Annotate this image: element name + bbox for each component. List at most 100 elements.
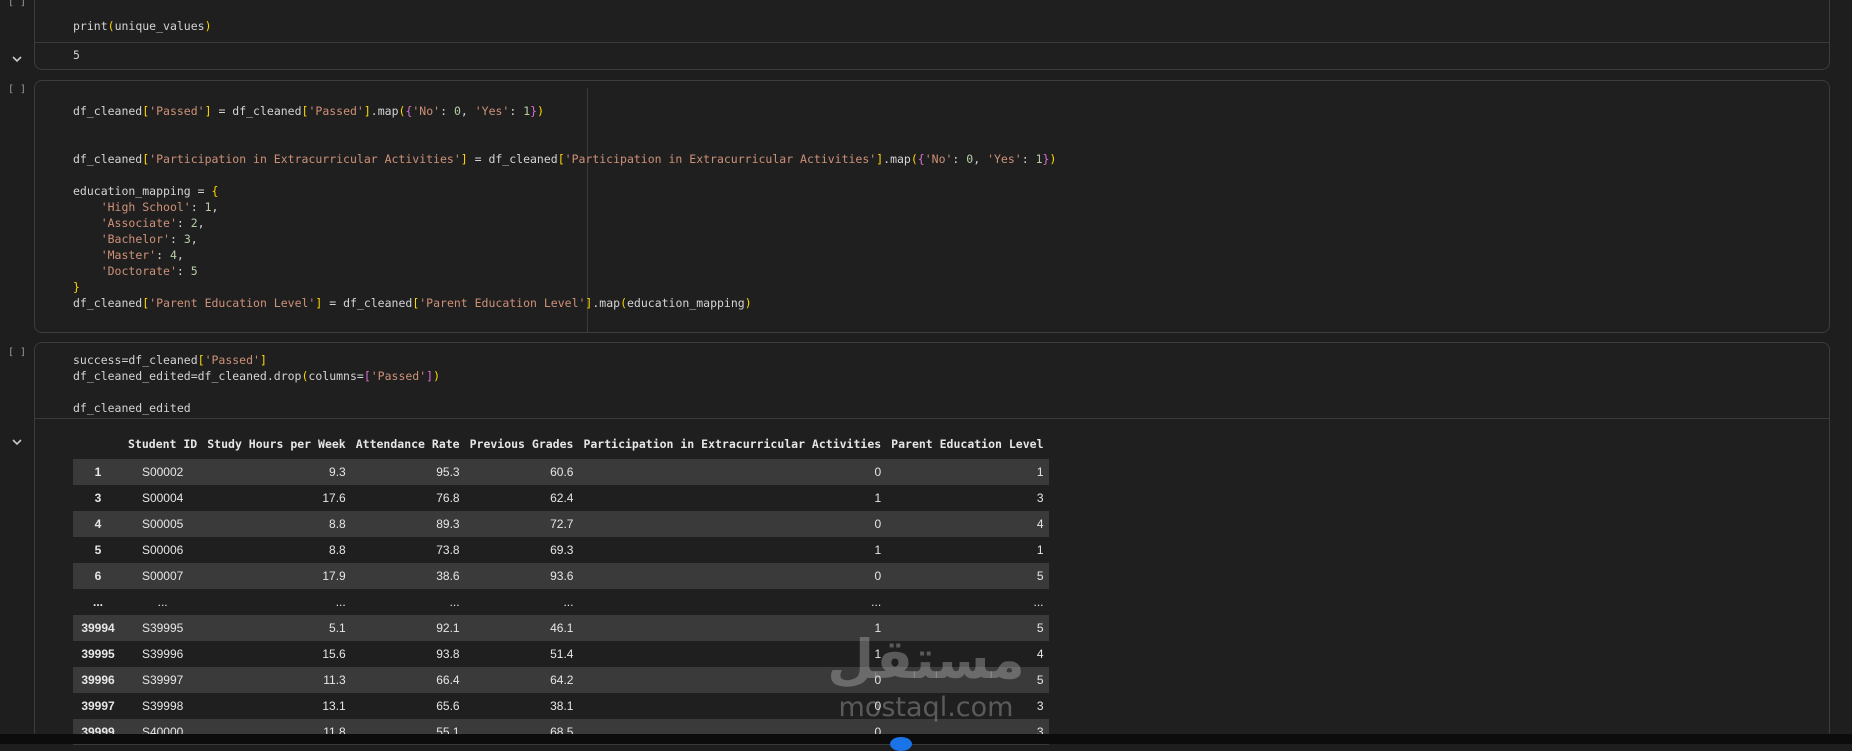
code-token: df_cleaned_edited [73,401,191,415]
code-token: : [952,152,967,166]
table-cell: 3 [886,485,1049,511]
code-token: 5 [190,264,198,278]
code-cell-1[interactable] [34,0,1830,70]
table-cell: 0 [578,511,887,537]
table-row: 5 S00006 8.8 73.8 69.3 1 1 [73,537,1049,563]
run-cell-button[interactable]: [ ] [8,84,26,95]
code-token: , [190,232,198,246]
code-line: } [73,279,1056,295]
code-token: 'Doctorate' [100,264,177,278]
table-row: 4 S00005 8.8 89.3 72.7 0 4 [73,511,1049,537]
code-token: = df_cleaned [211,104,302,118]
code-token: 1 [204,200,212,214]
code-line: 'Associate': 2, [73,215,1056,231]
collapse-output-icon[interactable] [11,49,23,63]
code-token: : [440,104,454,118]
code-token: 4 [169,248,177,262]
code-token: , [197,216,205,230]
code-token: , [460,104,475,118]
code-editor-cell-3[interactable]: success=df_cleaned['Passed'] df_cleaned_e… [73,352,440,416]
row-index: 6 [73,563,123,589]
row-index: 5 [73,537,123,563]
scroll-indicator[interactable] [890,737,912,751]
code-token: 'No' [412,104,441,118]
code-token: print [73,19,108,33]
code-token: 'Participation in Extracurricular Activi… [149,152,461,166]
code-token: unique_values [114,19,205,33]
table-cell: 62.4 [464,485,579,511]
table-cell: 13.1 [202,693,351,719]
table-cell: S39998 [123,693,203,719]
table-cell: S00002 [123,459,203,485]
row-index: 39994 [73,615,123,641]
cell-1-output: 5 [73,48,80,62]
code-token: 0 [453,104,461,118]
code-line: 'High School': 1, [73,199,1056,215]
code-line: 'Doctorate': 5 [73,263,1056,279]
code-token: 'Passed' [370,369,427,383]
code-token: ] [204,104,212,118]
table-cell: 1 [578,537,887,563]
table-cell: S00005 [123,511,203,537]
table-cell: 69.3 [464,537,579,563]
row-index: 3 [73,485,123,511]
row-index: ... [73,589,123,615]
code-token: = df_cleaned [322,296,413,310]
table-cell: 38.1 [464,693,579,719]
row-index: 39995 [73,641,123,667]
code-token: [ [557,152,565,166]
code-token: [ [197,353,205,367]
output-divider [34,42,1830,43]
table-cell: 15.6 [202,641,351,667]
code-token: ] [363,104,371,118]
code-token: 'No' [924,152,953,166]
run-cell-button[interactable]: [ ] [8,0,26,8]
row-index: 1 [73,459,123,485]
table-cell: 4 [886,511,1049,537]
table-cell: ... [464,589,579,615]
table-cell: S00004 [123,485,203,511]
row-index: 39996 [73,667,123,693]
code-token: ) [1049,152,1057,166]
row-index: 39997 [73,693,123,719]
code-token: 'Associate' [100,216,177,230]
code-token: .map [592,296,621,310]
bottom-status-bar [0,734,1852,744]
column-header: Participation in Extracurricular Activit… [583,437,882,451]
table-cell: 9.3 [202,459,351,485]
code-token: columns= [308,369,364,383]
code-token: .map [883,152,911,166]
code-token: 3 [183,232,191,246]
code-token: ] [460,152,468,166]
table-cell: ... [202,589,351,615]
table-cell: ... [123,589,203,615]
code-token: ] [259,353,267,367]
code-token: { [211,184,219,198]
table-cell: 17.9 [202,563,351,589]
dataframe-header-row: Student ID Study Hours per Week Attendance… [73,429,1049,459]
watermark-latin-text: mostaql.com [838,692,1014,723]
code-line: df_cleaned['Participation in Extracurric… [73,151,1056,167]
code-editor-cell-1[interactable]: print(unique_values) [73,18,212,34]
code-line: df_cleaned['Parent Education Level'] = d… [73,295,1056,311]
code-token: 'Passed' [308,104,364,118]
table-cell: 92.1 [350,615,465,641]
code-line: print(unique_values) [73,18,212,34]
table-cell: 0 [578,563,887,589]
table-cell: ... [350,589,465,615]
code-token: 'Bachelor' [100,232,170,246]
code-token: : [1021,152,1036,166]
code-token: ( [910,152,918,166]
table-cell: 0 [578,459,887,485]
column-header: Study Hours per Week [207,437,346,451]
collapse-output-icon[interactable] [11,432,23,446]
code-editor-cell-2[interactable]: df_cleaned['Passed'] = df_cleaned['Passe… [73,103,1056,311]
table-cell: 95.3 [350,459,465,485]
run-cell-button[interactable]: [ ] [8,347,26,358]
code-token: : [176,264,191,278]
